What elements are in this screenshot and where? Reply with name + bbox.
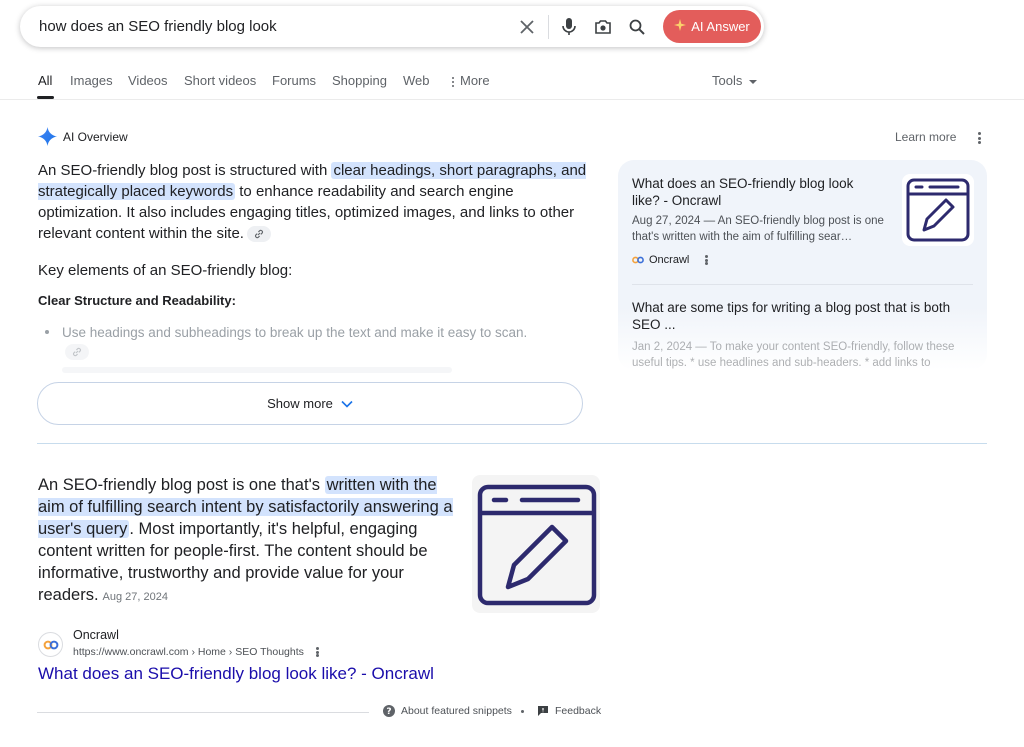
caret-down-icon <box>748 80 757 84</box>
learn-more-link[interactable]: Learn more <box>895 130 956 144</box>
tab-web[interactable]: Web <box>403 73 430 88</box>
featured-text-start: An SEO-friendly blog post is one that's <box>38 476 325 494</box>
site-name[interactable]: Oncrawl <box>73 628 119 642</box>
feedback-link[interactable]: Feedback <box>537 705 601 717</box>
sparkle-icon <box>674 19 687 34</box>
source-title[interactable]: What are some tips for writing a blog po… <box>632 299 977 333</box>
search-bar[interactable]: how does an SEO friendly blog look AI An… <box>20 6 764 47</box>
bullet-dot <box>45 330 49 334</box>
ai-answer-button[interactable]: AI Answer <box>663 10 761 43</box>
section-divider <box>37 443 987 444</box>
source-site-name: Oncrawl <box>649 254 690 266</box>
more-dots-icon <box>452 76 454 87</box>
microphone-icon[interactable] <box>558 16 580 38</box>
tab-videos[interactable]: Videos <box>128 73 168 88</box>
show-more-button[interactable]: Show more <box>37 382 583 425</box>
bullet-text: Use headings and subheadings to break up… <box>62 325 528 340</box>
gemini-sparkle-icon <box>38 127 57 151</box>
tab-forums[interactable]: Forums <box>272 73 316 88</box>
tab-shopping[interactable]: Shopping <box>332 73 387 88</box>
footer-separator <box>521 710 524 713</box>
source-divider <box>632 284 973 285</box>
blog-edit-icon <box>906 178 970 242</box>
site-url-text: https://www.oncrawl.com › Home › SEO Tho… <box>73 646 304 658</box>
ai-overview-text: An SEO-friendly blog post is structured … <box>38 160 598 244</box>
faded-content <box>62 367 452 373</box>
source-thumbnail[interactable] <box>902 174 974 246</box>
feedback-label: Feedback <box>555 705 602 717</box>
oncrawl-logo-icon <box>43 640 58 649</box>
link-citation-icon[interactable] <box>65 344 89 361</box>
site-url[interactable]: https://www.oncrawl.com › Home › SEO Tho… <box>73 646 320 658</box>
about-snippets-label: About featured snippets <box>401 705 512 717</box>
tabs-divider <box>0 99 1024 100</box>
key-elements-heading: Key elements of an SEO-friendly blog: <box>38 262 293 279</box>
featured-snippet-text: An SEO-friendly blog post is one that's … <box>38 474 458 608</box>
search-divider <box>548 15 549 39</box>
svg-text:?: ? <box>386 707 391 717</box>
tab-more-label: More <box>460 73 490 88</box>
tools-button[interactable]: Tools <box>712 73 757 88</box>
footer-divider <box>37 712 369 713</box>
source-snippet: Aug 27, 2024 — An SEO-friendly blog post… <box>632 215 884 243</box>
search-icon[interactable] <box>626 16 648 38</box>
featured-date: Aug 27, 2024 <box>102 591 168 603</box>
help-icon: ? <box>383 705 395 717</box>
ai-overview-title: AI Overview <box>63 130 128 144</box>
tab-short-videos[interactable]: Short videos <box>184 73 256 88</box>
ai-sources-card: What does an SEO-friendly blog look like… <box>618 160 987 370</box>
source-snippet: Jan 2, 2024 — To make your content SEO-f… <box>632 341 955 369</box>
show-more-label: Show more <box>267 396 333 411</box>
search-input[interactable]: how does an SEO friendly blog look <box>39 18 277 35</box>
camera-lens-icon[interactable] <box>592 16 614 38</box>
source-title[interactable]: What does an SEO-friendly blog look like… <box>632 175 882 209</box>
tools-label: Tools <box>712 73 743 88</box>
chevron-down-icon <box>341 400 353 408</box>
tab-images[interactable]: Images <box>70 73 113 88</box>
site-favicon[interactable] <box>38 632 63 657</box>
list-item: Use headings and subheadings to break up… <box>45 323 545 361</box>
ai-answer-label: AI Answer <box>691 19 750 34</box>
feedback-icon <box>538 706 548 716</box>
blog-edit-icon <box>477 484 597 606</box>
source-site[interactable]: Oncrawl <box>632 254 708 266</box>
tab-all[interactable]: All <box>38 73 52 88</box>
oncrawl-logo-icon <box>632 256 644 264</box>
result-title-link[interactable]: What does an SEO-friendly blog look like… <box>38 664 434 684</box>
result-options-icon[interactable] <box>316 647 320 658</box>
source-options-icon[interactable] <box>704 255 708 265</box>
about-snippets-link[interactable]: ? About featured snippets <box>383 705 512 717</box>
tab-more[interactable]: More <box>452 73 490 88</box>
clear-icon[interactable] <box>516 16 538 38</box>
featured-image[interactable] <box>472 475 600 613</box>
more-options-icon[interactable] <box>977 132 981 144</box>
link-citation-icon[interactable] <box>246 226 271 243</box>
ai-text-start: An SEO-friendly blog post is structured … <box>38 162 332 179</box>
clear-structure-heading: Clear Structure and Readability: <box>38 293 236 308</box>
